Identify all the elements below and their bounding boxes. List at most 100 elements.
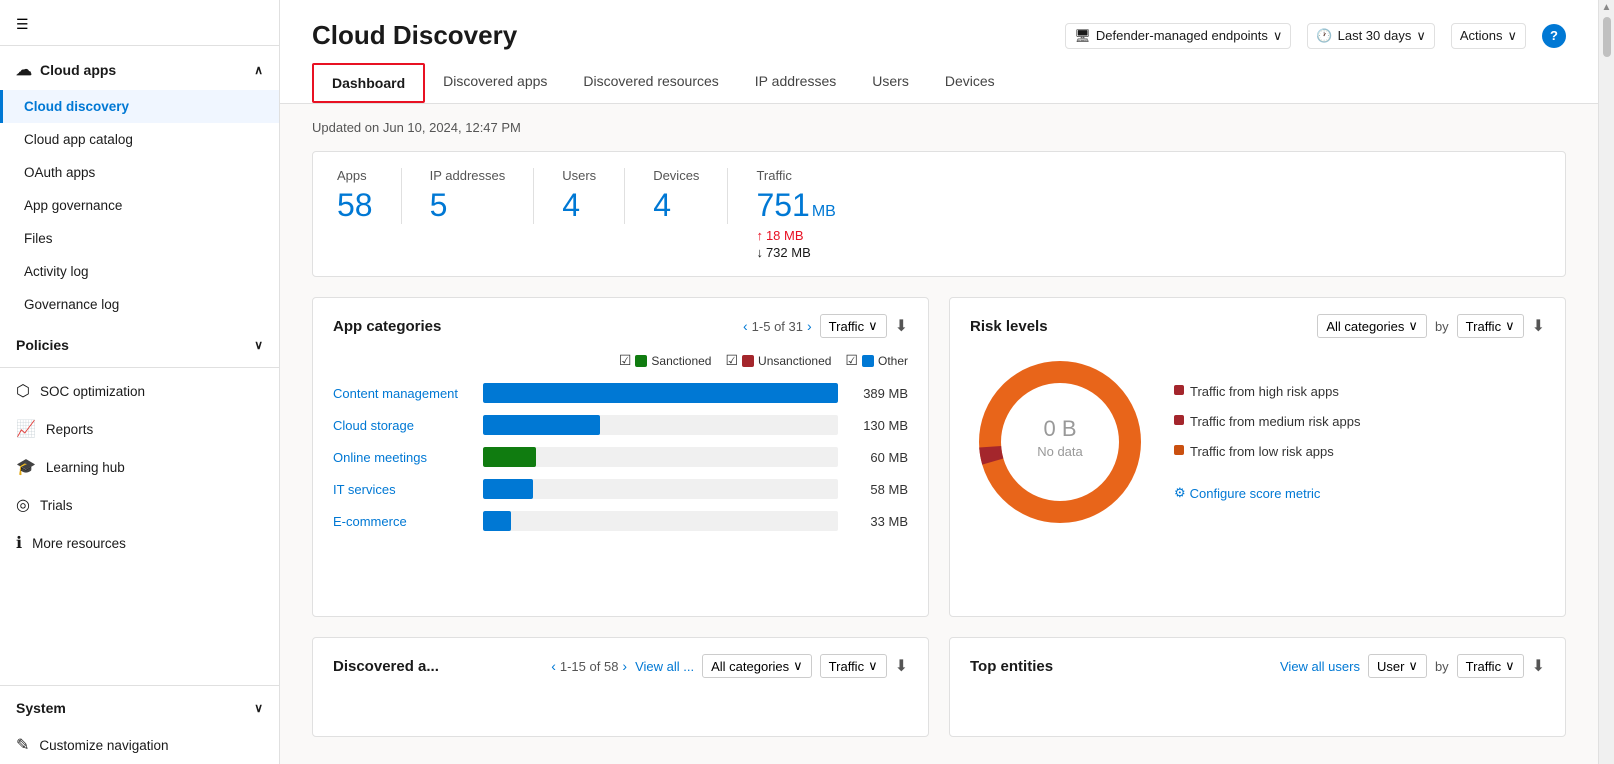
sidebar-item-more-resources[interactable]: ℹ More resources bbox=[0, 524, 279, 562]
help-button[interactable]: ? bbox=[1542, 24, 1566, 48]
help-label: ? bbox=[1550, 28, 1558, 43]
app-categories-controls: ‹ 1-5 of 31 › Traffic ∨ ⬇ bbox=[743, 314, 908, 338]
disc-traffic-dropdown[interactable]: Traffic ∨ bbox=[820, 654, 887, 678]
configure-score-metric-link[interactable]: ⚙ Configure score metric bbox=[1174, 485, 1361, 501]
actions-chevron-icon: ∨ bbox=[1507, 28, 1517, 44]
scroll-up-arrow[interactable]: ▲ bbox=[1602, 2, 1612, 13]
devices-value: 4 bbox=[653, 187, 699, 224]
checkbox-other[interactable]: ☑ bbox=[845, 352, 858, 369]
bar-label[interactable]: Online meetings bbox=[333, 450, 473, 465]
risk-levels-card: Risk levels All categories ∨ by Traffic … bbox=[949, 297, 1566, 617]
discovered-apps-card: Discovered a... ‹ 1-15 of 58 › View all … bbox=[312, 637, 929, 737]
sidebar-item-cloud-discovery[interactable]: Cloud discovery bbox=[0, 90, 279, 123]
cloud-apps-chevron: ∧ bbox=[254, 63, 263, 77]
entities-traffic-dropdown[interactable]: Traffic ∨ bbox=[1457, 654, 1524, 678]
risk-by-dropdown[interactable]: Traffic ∨ bbox=[1457, 314, 1524, 338]
scroll-thumb[interactable] bbox=[1603, 17, 1611, 57]
traffic-up: ↑ 18 MB bbox=[756, 228, 835, 243]
apps-label: Apps bbox=[337, 168, 373, 183]
view-all-link[interactable]: View all ... bbox=[635, 659, 694, 674]
system-label: System bbox=[16, 700, 66, 716]
time-range-button[interactable]: 🕐 Last 30 days ∨ bbox=[1307, 23, 1434, 49]
view-all-users-link[interactable]: View all users bbox=[1280, 659, 1360, 674]
bar-label[interactable]: Cloud storage bbox=[333, 418, 473, 433]
prev-page-arrow[interactable]: ‹ bbox=[743, 318, 748, 334]
download-button[interactable]: ⬇ bbox=[895, 316, 908, 336]
stats-row: Apps 58 IP addresses 5 Users 4 Devices 4… bbox=[312, 151, 1566, 277]
tab-devices[interactable]: Devices bbox=[927, 63, 1013, 103]
sidebar-hamburger[interactable]: ☰ bbox=[0, 0, 279, 41]
bar-track bbox=[483, 479, 838, 499]
low-risk-label: Traffic from low risk apps bbox=[1190, 443, 1334, 461]
bar-value: 130 MB bbox=[848, 418, 908, 433]
traffic-filter-dropdown[interactable]: Traffic ∨ bbox=[820, 314, 887, 338]
sidebar-item-cloud-app-catalog[interactable]: Cloud app catalog bbox=[0, 123, 279, 156]
risk-by-label: by bbox=[1435, 319, 1449, 334]
sanctioned-dot bbox=[635, 355, 647, 367]
sidebar-item-app-governance[interactable]: App governance bbox=[0, 189, 279, 222]
stat-traffic: Traffic 751 MB ↑ 18 MB ↓ 732 MB bbox=[756, 168, 835, 260]
cloud-apps-icon: ☁ bbox=[16, 60, 32, 80]
app-categories-pagination: ‹ 1-5 of 31 › bbox=[743, 318, 812, 334]
risk-categories-dropdown[interactable]: All categories ∨ bbox=[1317, 314, 1427, 338]
disc-download-button[interactable]: ⬇ bbox=[895, 656, 908, 676]
right-scrollbar[interactable]: ▲ bbox=[1598, 0, 1614, 764]
sidebar-item-label: Learning hub bbox=[46, 460, 125, 475]
sidebar-item-files[interactable]: Files bbox=[0, 222, 279, 255]
traffic-label: Traffic bbox=[756, 168, 835, 183]
disc-next-arrow[interactable]: › bbox=[622, 658, 627, 674]
tab-users[interactable]: Users bbox=[854, 63, 927, 103]
stat-users: Users 4 bbox=[562, 168, 625, 224]
disc-pagination-text: 1-15 of 58 bbox=[560, 659, 619, 674]
sidebar-section-system[interactable]: System ∨ bbox=[0, 690, 279, 726]
endpoints-button[interactable]: 🖥 Defender-managed endpoints ∨ bbox=[1065, 23, 1291, 49]
sidebar-section-policies[interactable]: Policies ∨ bbox=[0, 327, 279, 363]
bar-fill bbox=[483, 415, 600, 435]
sidebar-item-label: Reports bbox=[46, 422, 93, 437]
more-resources-icon: ℹ bbox=[16, 533, 22, 553]
donut-chart: 0 B No data bbox=[970, 352, 1150, 532]
sidebar-item-trials[interactable]: ◎ Trials bbox=[0, 486, 279, 524]
sidebar-item-soc-optimization[interactable]: ⬡ SOC optimization bbox=[0, 372, 279, 410]
entities-by-label: by bbox=[1435, 659, 1449, 674]
app-categories-legend: ☑ Sanctioned ☑ Unsanctioned ☑ Other bbox=[333, 352, 908, 369]
sidebar-item-label: Cloud app catalog bbox=[24, 132, 133, 147]
unsanctioned-label: Unsanctioned bbox=[758, 354, 831, 368]
categories-filter-label: All categories bbox=[1326, 319, 1404, 334]
other-dot bbox=[862, 355, 874, 367]
entities-filter2-chevron: ∨ bbox=[1505, 658, 1515, 674]
checkbox-sanctioned[interactable]: ☑ bbox=[619, 352, 632, 369]
entities-download-button[interactable]: ⬇ bbox=[1532, 656, 1545, 676]
bar-label[interactable]: IT services bbox=[333, 482, 473, 497]
tab-discovered-apps[interactable]: Discovered apps bbox=[425, 63, 565, 103]
tab-ip-addresses[interactable]: IP addresses bbox=[737, 63, 854, 103]
discovered-apps-pagination: ‹ 1-15 of 58 › bbox=[551, 658, 627, 674]
learning-hub-icon: 🎓 bbox=[16, 457, 36, 477]
tab-dashboard[interactable]: Dashboard bbox=[312, 63, 425, 103]
by-chevron-icon: ∨ bbox=[1505, 318, 1515, 334]
up-arrow-icon: ↑ bbox=[756, 228, 763, 243]
sidebar-item-activity-log[interactable]: Activity log bbox=[0, 255, 279, 288]
bar-label[interactable]: E-commerce bbox=[333, 514, 473, 529]
sidebar-item-label: Trials bbox=[40, 498, 73, 513]
checkbox-unsanctioned[interactable]: ☑ bbox=[725, 352, 738, 369]
risk-download-button[interactable]: ⬇ bbox=[1532, 316, 1545, 336]
ip-value: 5 bbox=[430, 187, 506, 224]
entities-user-dropdown[interactable]: User ∨ bbox=[1368, 654, 1427, 678]
disc-prev-arrow[interactable]: ‹ bbox=[551, 658, 556, 674]
next-page-arrow[interactable]: › bbox=[807, 318, 812, 334]
sidebar-section-cloud-apps[interactable]: ☁ Cloud apps ∧ bbox=[0, 50, 279, 90]
sidebar-item-learning-hub[interactable]: 🎓 Learning hub bbox=[0, 448, 279, 486]
sidebar-item-oauth-apps[interactable]: OAuth apps bbox=[0, 156, 279, 189]
app-categories-title: App categories bbox=[333, 318, 441, 335]
risk-levels-title: Risk levels bbox=[970, 318, 1048, 335]
disc-categories-dropdown[interactable]: All categories ∨ bbox=[702, 654, 812, 678]
sidebar-item-reports[interactable]: 📈 Reports bbox=[0, 410, 279, 448]
tab-discovered-resources[interactable]: Discovered resources bbox=[565, 63, 736, 103]
traffic-breakdown: ↑ 18 MB ↓ 732 MB bbox=[756, 228, 835, 260]
sidebar-item-governance-log[interactable]: Governance log bbox=[0, 288, 279, 321]
bar-label[interactable]: Content management bbox=[333, 386, 473, 401]
bar-track bbox=[483, 383, 838, 403]
sidebar-item-customize-navigation[interactable]: ✎ Customize navigation bbox=[0, 726, 279, 764]
actions-button[interactable]: Actions ∨ bbox=[1451, 23, 1526, 49]
